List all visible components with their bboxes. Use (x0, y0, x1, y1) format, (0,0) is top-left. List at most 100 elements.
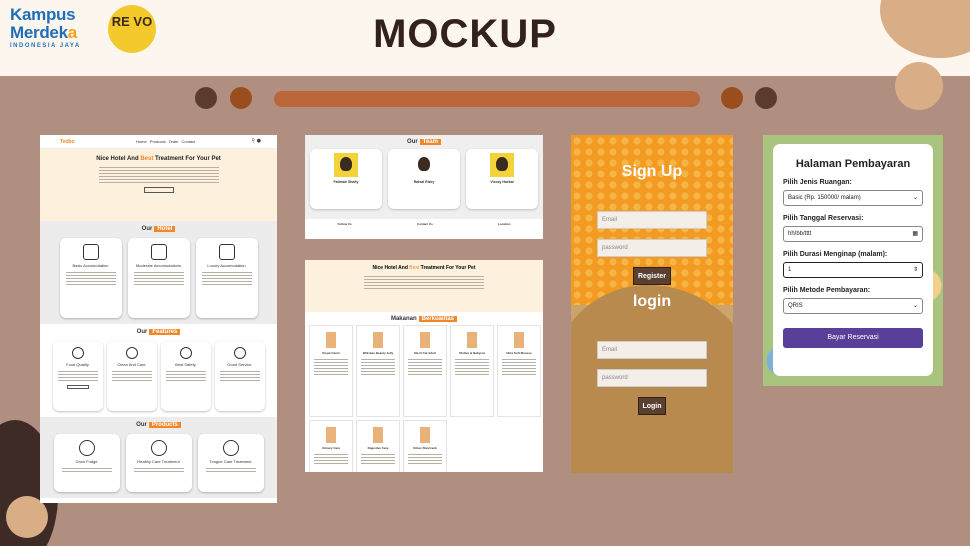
hero-title: Nice Hotel And Best Treatment For Your P… (96, 156, 221, 162)
food-name: Ultra Soft Mousse (506, 351, 532, 355)
hotel-cards: Basic Accomodation Moderate Accomodation… (40, 232, 277, 324)
feature-card-title: Best Safety (175, 362, 196, 367)
login-password-field[interactable]: password (597, 369, 707, 387)
features-section: Our Features Food Quality Clean And Care … (40, 324, 277, 417)
food-heading: Makanan Berkualitas (305, 312, 543, 322)
stepper-icon[interactable]: ⇕ (913, 266, 918, 273)
feature-button[interactable] (66, 385, 89, 389)
nav-icons[interactable]: ⚲ ● (251, 138, 261, 144)
safety-icon (179, 347, 192, 359)
food-image (326, 427, 336, 443)
pay-button[interactable]: Bayar Reservasi (783, 328, 923, 348)
hero-button[interactable] (143, 187, 174, 193)
footer-contact: Contact Us (416, 222, 433, 226)
food-name: Digestive Care (367, 446, 389, 450)
duration-value: 1 (788, 267, 792, 273)
method-value: QRIS (788, 303, 803, 309)
hotel-card[interactable]: Moderate Accomodations (127, 238, 190, 318)
site-brand[interactable]: Tedbo (60, 139, 75, 145)
hotel-card-title: Moderate Accomodations (135, 263, 182, 268)
food-card[interactable]: Digestive Care (356, 420, 400, 472)
feature-card[interactable]: Good Service (214, 341, 265, 411)
food-name: Whiskas Beauty Jelly (362, 351, 394, 355)
duration-stepper[interactable]: 1 ⇕ (783, 262, 923, 278)
team-card[interactable]: Viccky Haekal (466, 149, 538, 209)
team-page-mockup: Our Team Fatimah Shafiy Rafsal Rizky Vicc… (305, 135, 543, 239)
building-icon (150, 244, 167, 260)
login-email-field[interactable]: Email (597, 341, 707, 359)
room-select[interactable]: Basic (Rp. 150000/ malam) ⌄ (783, 190, 923, 206)
team-card[interactable]: Rafsal Rizky (388, 149, 460, 209)
payment-page-mockup: Halaman Pembayaran Pilih Jenis Ruangan: … (763, 135, 943, 386)
food-card[interactable]: Kitten Shortrack (403, 420, 447, 472)
hero-section: Nice Hotel And Best Treatment For Your P… (40, 149, 277, 221)
food-image (467, 332, 477, 348)
food-image (514, 332, 524, 348)
member-name: Fatimah Shafiy (333, 180, 359, 184)
food-name: Mother & Babycat (459, 351, 485, 355)
decor-dot (195, 87, 217, 109)
login-button[interactable]: Login (638, 397, 666, 415)
house-icon (82, 244, 99, 260)
food-card[interactable]: Ultra Soft Mousse (497, 325, 541, 417)
room-value: Basic (Rp. 150000/ malam) (788, 195, 861, 201)
chevron-down-icon: ⌄ (912, 302, 918, 309)
feature-card[interactable]: Food Quality (52, 341, 103, 411)
hotel-card[interactable]: Basic Accomodation (59, 238, 122, 318)
food-card[interactable]: Mother & Babycat (450, 325, 494, 417)
food-card[interactable]: Royal Canin (309, 325, 353, 417)
duration-label: Pilih Durasi Menginap (malam): (783, 251, 888, 258)
payment-title: Halaman Pembayaran (795, 158, 911, 170)
signup-password-field[interactable]: password (597, 239, 707, 257)
product-card-title: Tongue Care Treatment (209, 459, 252, 464)
feature-card[interactable]: Clean And Care (106, 341, 157, 411)
food-grid: Royal Canin Whiskas Beauty Jelly Me-O Ca… (305, 322, 543, 472)
paw-icon (78, 440, 95, 456)
feature-card[interactable]: Best Safety (160, 341, 211, 411)
calendar-icon[interactable]: ▦ (912, 230, 918, 237)
team-footer: Follow Us Contact Us Location (305, 219, 543, 239)
date-value: hh/bb/tttt (788, 231, 812, 237)
website-homepage-mockup: Tedbo Home Products Team Contact ⚲ ● Nic… (40, 135, 277, 503)
footer-location: Location (497, 222, 511, 226)
member-photo (334, 153, 358, 177)
product-cards: Grow Fudge Healthy Care Treatment Tongue… (40, 428, 277, 498)
date-input[interactable]: hh/bb/tttt ▦ (783, 226, 923, 242)
food-name: Urinary Care (321, 446, 340, 450)
product-card[interactable]: Grow Fudge (53, 434, 120, 492)
food-icon (71, 347, 84, 359)
side-circle-decor (895, 62, 943, 110)
food-image (373, 332, 383, 348)
hotel-card[interactable]: Luxury Accomodation (195, 238, 258, 318)
method-select[interactable]: QRIS ⌄ (783, 298, 923, 314)
decor-dot (230, 87, 252, 109)
product-card[interactable]: Tongue Care Treatment (197, 434, 264, 492)
signup-title: Sign Up (621, 163, 683, 180)
food-image (420, 332, 430, 348)
decor-dot (755, 87, 777, 109)
food-image (373, 427, 383, 443)
tongue-icon (222, 440, 239, 456)
login-title: login (632, 293, 672, 310)
chevron-down-icon: ⌄ (912, 194, 918, 201)
register-button[interactable]: Register (633, 267, 671, 285)
food-card[interactable]: Whiskas Beauty Jelly (356, 325, 400, 417)
food-card[interactable]: Urinary Care (309, 420, 353, 472)
member-photo (490, 153, 514, 177)
decor-bar (274, 91, 700, 107)
team-card[interactable]: Fatimah Shafiy (310, 149, 382, 209)
auth-page-mockup: Sign Up Email password Register login Em… (571, 135, 733, 473)
header-band: Kampus Merdeka INDONESIA JAYA RE VO MOCK… (0, 0, 970, 76)
treatment-icon (150, 440, 167, 456)
feature-card-title: Clean And Care (117, 362, 146, 367)
team-heading: Our Team (305, 135, 543, 145)
product-card[interactable]: Healthy Care Treatment (125, 434, 192, 492)
food-image (420, 427, 430, 443)
food-hero: Nice Hotel And Best Treatment For Your P… (305, 260, 543, 312)
service-icon (233, 347, 246, 359)
nav-links[interactable]: Home Products Team Contact (136, 139, 195, 144)
signup-email-field[interactable]: Email (597, 211, 707, 229)
member-name: Viccky Haekal (490, 180, 514, 184)
feature-cards: Food Quality Clean And Care Best Safety … (40, 335, 277, 417)
food-card[interactable]: Me-O Cat Adult (403, 325, 447, 417)
